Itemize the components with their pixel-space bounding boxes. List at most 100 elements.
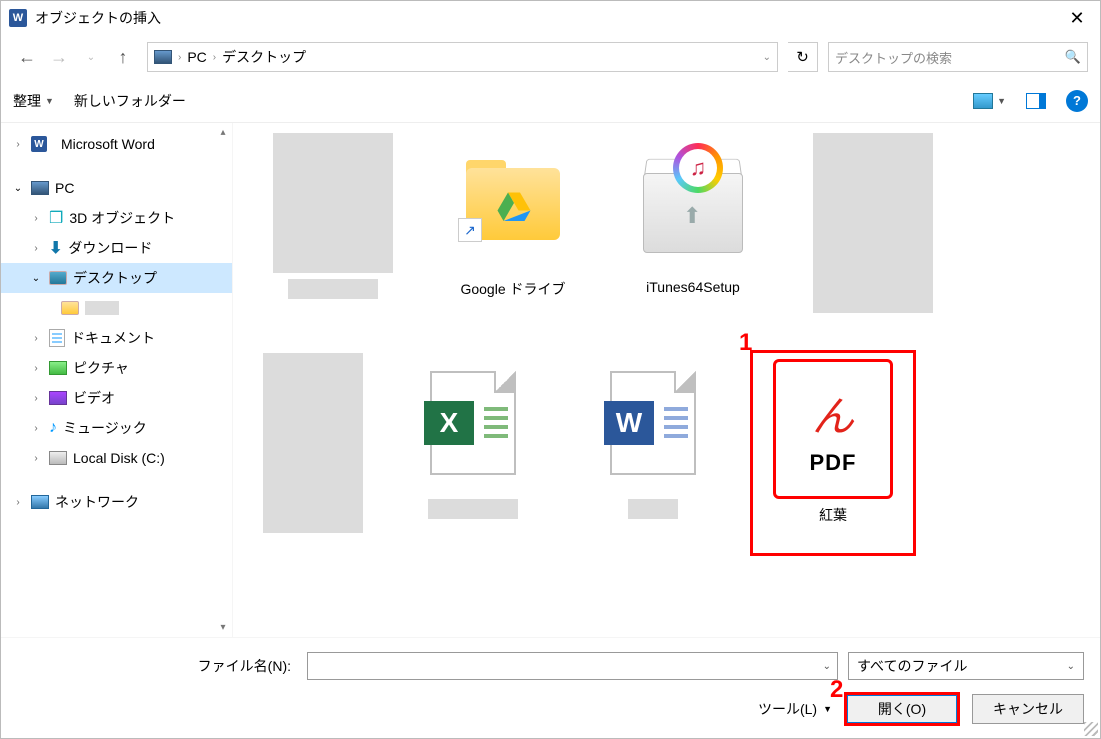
tree-item-downloads[interactable]: › ⬇ ダウンロード [1, 233, 232, 263]
drive-icon [49, 451, 67, 465]
download-icon: ⬇ [49, 238, 62, 258]
file-item-redacted[interactable] [793, 133, 953, 333]
search-placeholder: デスクトップの検索 [835, 48, 1065, 67]
recent-dropdown[interactable]: ⌄ [77, 43, 105, 71]
tools-dropdown[interactable]: ツール(L) ▼ [758, 699, 832, 719]
chevron-right-icon: › [29, 243, 43, 254]
filename-label: ファイル名(N): [17, 656, 297, 676]
file-open-dialog: W オブジェクトの挿入 ✕ ← → ⌄ ↑ › PC › デスクトップ ⌄ ↻ … [0, 0, 1101, 739]
chevron-down-icon[interactable]: ⌄ [763, 52, 771, 63]
tree-item-network[interactable]: › ネットワーク [1, 487, 232, 517]
chevron-down-icon: ⌄ [29, 273, 43, 284]
word-icon: W [31, 136, 47, 152]
open-button[interactable]: 2 開く(O) [846, 694, 958, 724]
pc-icon [31, 181, 49, 195]
pictures-icon [49, 361, 67, 375]
file-item-redacted[interactable] [253, 353, 373, 553]
desktop-icon [49, 271, 67, 285]
chevron-right-icon: › [11, 139, 25, 150]
cube-icon: ❒ [49, 208, 63, 228]
file-type-dropdown[interactable]: すべてのファイル ⌄ [848, 652, 1084, 680]
thumbnail-redacted [273, 133, 393, 273]
filename-input[interactable]: ⌄ [307, 652, 838, 680]
scrollbar[interactable]: ▴ ▾ [214, 123, 232, 637]
organize-button[interactable]: 整理▼ [13, 91, 54, 111]
arrow-right-icon: → [50, 47, 68, 68]
file-item-excel[interactable]: X [393, 353, 553, 553]
address-bar[interactable]: › PC › デスクトップ ⌄ [147, 42, 778, 72]
tree-item-subfolder[interactable] [1, 293, 232, 323]
chevron-right-icon: › [29, 423, 43, 434]
tree-item-pictures[interactable]: › ピクチャ [1, 353, 232, 383]
redacted-label [628, 499, 678, 519]
annotation-marker-2: 2 [830, 676, 843, 704]
tree-item-pc[interactable]: ⌄ PC [1, 173, 232, 203]
tree-item-word[interactable]: › W Microsoft Word [1, 129, 232, 159]
refresh-button[interactable]: ↻ [788, 42, 818, 72]
redacted-label [85, 301, 119, 315]
chevron-right-icon: › [178, 52, 181, 63]
chevron-down-icon: ⌄ [87, 52, 95, 63]
chevron-right-icon: › [11, 497, 25, 508]
redacted-label [288, 279, 378, 299]
help-button[interactable]: ? [1066, 90, 1088, 112]
chevron-down-icon: ▼ [997, 96, 1006, 106]
folder-icon [61, 301, 79, 315]
dialog-body: › W Microsoft Word ⌄ PC › ❒ 3D オブジェクト › … [1, 123, 1100, 637]
navigation-bar: ← → ⌄ ↑ › PC › デスクトップ ⌄ ↻ デスクトップの検索 🔍 [1, 35, 1100, 79]
adobe-icon: ん [812, 383, 854, 444]
chevron-right-icon: › [29, 363, 43, 374]
pdf-badge: PDF [810, 450, 857, 476]
tree-item-desktop[interactable]: ⌄ デスクトップ [1, 263, 232, 293]
installer-icon: ♫ ⬆ [633, 133, 753, 273]
tree-item-music[interactable]: › ♪ ミュージック [1, 413, 232, 443]
word-file-icon: W [593, 353, 713, 493]
crumb-pc[interactable]: PC [187, 49, 206, 65]
preview-pane-button[interactable] [1026, 93, 1046, 109]
arrow-up-icon: ⬆ [683, 203, 701, 229]
tree-item-local-disk[interactable]: › Local Disk (C:) [1, 443, 232, 473]
close-button[interactable]: ✕ [1054, 1, 1100, 35]
itunes-icon: ♫ [673, 143, 723, 193]
music-icon: ♪ [49, 419, 57, 437]
tree-item-videos[interactable]: › ビデオ [1, 383, 232, 413]
google-drive-icon [494, 188, 534, 224]
arrow-left-icon: ← [18, 47, 36, 68]
file-label: Google ドライブ [460, 279, 565, 299]
file-item-pdf-kouyou[interactable]: 1 ん PDF 紅葉 [753, 353, 913, 553]
thumbnail-redacted [813, 133, 933, 313]
back-button[interactable]: ← [13, 43, 41, 71]
chevron-right-icon: › [29, 393, 43, 404]
file-item-itunes-setup[interactable]: ♫ ⬆ iTunes64Setup [613, 133, 773, 333]
view-mode-button[interactable]: ▼ [973, 93, 1006, 109]
arrow-up-icon: ↑ [119, 47, 128, 68]
redacted-label [428, 499, 518, 519]
search-input[interactable]: デスクトップの検索 🔍 [828, 42, 1088, 72]
toolbar: 整理▼ 新しいフォルダー ▼ ? [1, 79, 1100, 123]
file-item-word[interactable]: W [573, 353, 733, 553]
shortcut-icon: ↗ [458, 218, 482, 242]
forward-button[interactable]: → [45, 43, 73, 71]
chevron-down-icon: ▼ [45, 96, 54, 106]
crumb-desktop[interactable]: デスクトップ [222, 47, 306, 67]
documents-icon [49, 329, 65, 347]
file-item[interactable] [253, 133, 413, 333]
file-item-google-drive[interactable]: ↗ Google ドライブ [433, 133, 593, 333]
new-folder-button[interactable]: 新しいフォルダー [74, 91, 186, 111]
scroll-up-icon[interactable]: ▴ [220, 127, 225, 138]
cancel-button[interactable]: キャンセル [972, 694, 1084, 724]
scroll-down-icon[interactable]: ▾ [220, 622, 225, 633]
videos-icon [49, 391, 67, 405]
chevron-down-icon[interactable]: ⌄ [823, 661, 831, 672]
tree-item-3d-objects[interactable]: › ❒ 3D オブジェクト [1, 203, 232, 233]
up-button[interactable]: ↑ [109, 43, 137, 71]
dialog-title: オブジェクトの挿入 [35, 8, 1054, 28]
chevron-down-icon: ▼ [823, 704, 832, 714]
resize-grip[interactable] [1084, 722, 1098, 736]
search-icon: 🔍 [1065, 49, 1081, 65]
tree-item-documents[interactable]: › ドキュメント [1, 323, 232, 353]
thumbnail-redacted [263, 353, 363, 533]
preview-pane-icon [1026, 93, 1046, 109]
folder-icon: ↗ [453, 133, 573, 273]
chevron-down-icon: ⌄ [1067, 661, 1075, 672]
